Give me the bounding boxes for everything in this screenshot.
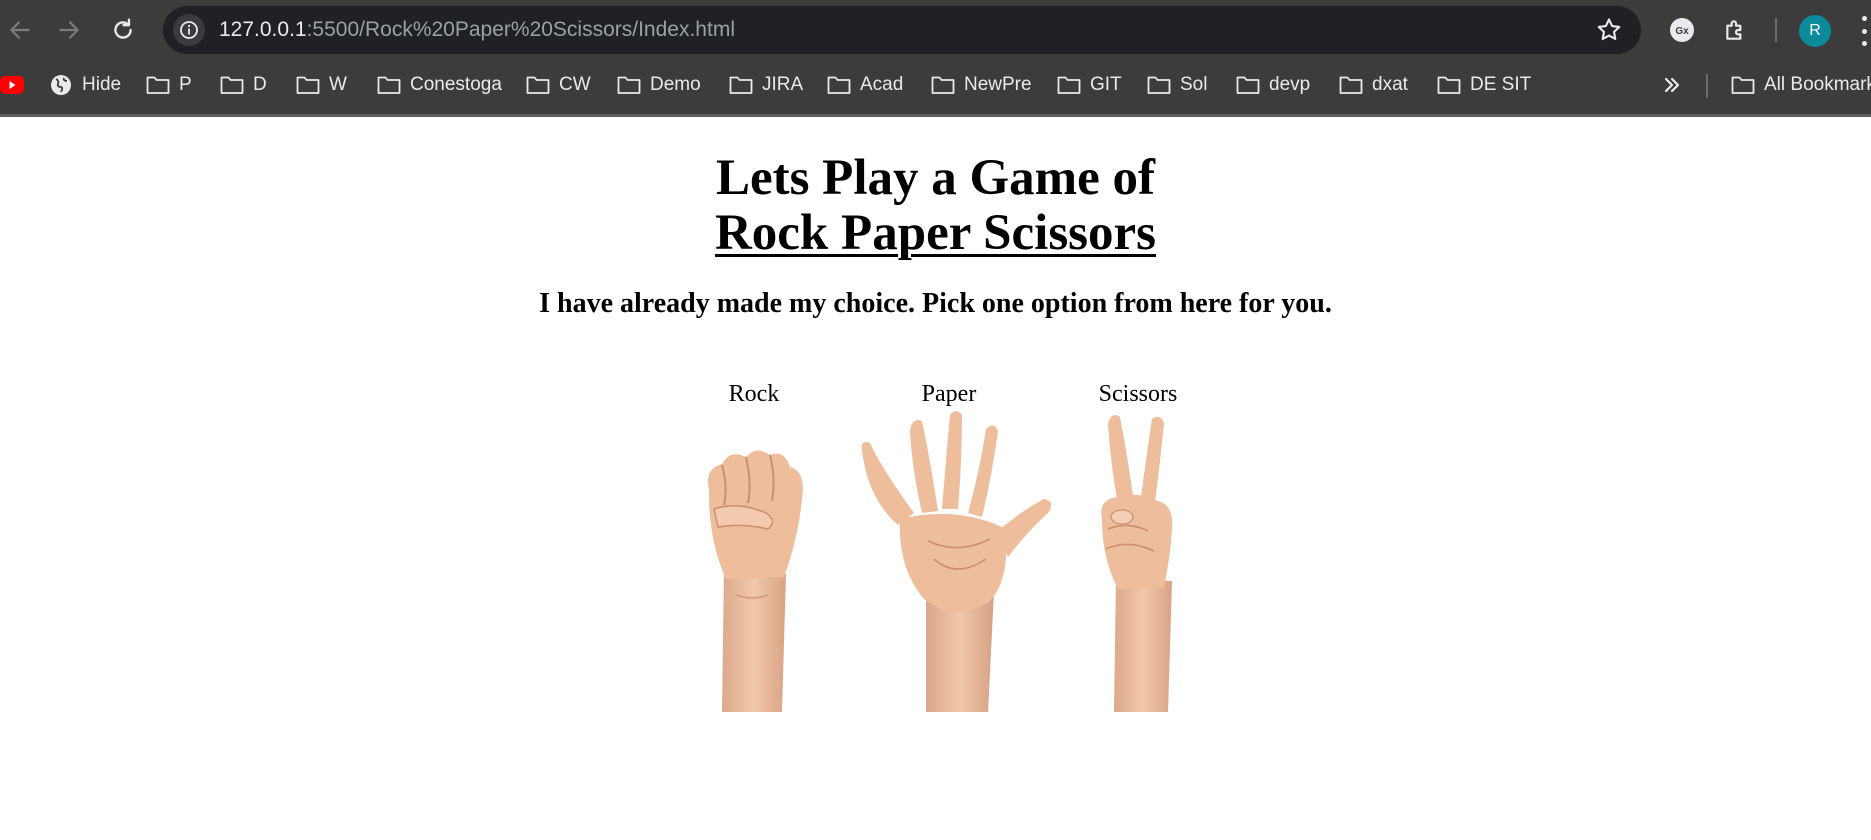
bookmark-label: Demo: [650, 74, 701, 95]
svg-text:Gx: Gx: [1675, 26, 1689, 37]
url-path: :5500/Rock%20Paper%20Scissors/Index.html: [306, 18, 735, 41]
folder-icon: [729, 76, 753, 94]
bookmark-label: All Bookmarks: [1764, 74, 1871, 95]
bookmark-folder-conestoga[interactable]: Conestoga: [377, 68, 502, 102]
folder-icon: [1236, 76, 1260, 94]
bookmark-label: Sol: [1180, 74, 1208, 95]
site-info-icon[interactable]: [173, 14, 205, 46]
peace-sign-hand-icon[interactable]: [1088, 409, 1188, 712]
bookmark-folder-git[interactable]: GIT: [1057, 68, 1122, 102]
folder-icon: [220, 76, 244, 94]
bookmark-label: dxat: [1372, 74, 1408, 95]
folder-icon: [526, 76, 550, 94]
bookmarks-divider: [1706, 74, 1708, 98]
bookmark-hide[interactable]: Hide: [49, 68, 121, 102]
bookmark-folder-cw[interactable]: CW: [526, 68, 591, 102]
bookmark-label: D: [253, 74, 267, 95]
page-title-line-1: Lets Play a Game of: [715, 150, 1156, 206]
address-bar[interactable]: 127.0.0.1:5500/Rock%20Paper%20Scissors/I…: [163, 6, 1641, 54]
folder-icon: [1437, 76, 1461, 94]
bookmarks-bar: Hide P D W Conestoga CW Demo JIRA Acad N…: [0, 68, 1871, 102]
folder-icon: [931, 76, 955, 94]
page-title-line-2: Rock Paper Scissors: [714, 205, 1157, 261]
google-lens-icon[interactable]: Gx: [1664, 12, 1700, 48]
folder-icon: [1731, 76, 1755, 94]
bookmark-label: DE SIT: [1470, 74, 1532, 95]
folder-icon: [1057, 76, 1081, 94]
bookmark-label: NewPre: [964, 74, 1032, 95]
bookmark-label: P: [179, 74, 192, 95]
bookmark-label: devp: [1269, 74, 1311, 95]
bookmark-label: Acad: [860, 74, 904, 95]
more-bookmarks-button[interactable]: [1661, 68, 1683, 102]
page-content: Lets Play a Game of Rock Paper Scissors …: [0, 117, 1871, 840]
reload-button[interactable]: [103, 10, 143, 50]
arrow-right-icon: [59, 21, 79, 39]
folder-icon: [296, 76, 320, 94]
bookmark-star-icon[interactable]: [1595, 16, 1623, 44]
bookmark-folder-jira[interactable]: JIRA: [729, 68, 803, 102]
choice-label-paper: Paper: [921, 381, 977, 407]
choice-rock[interactable]: Rock: [694, 379, 814, 712]
bookmark-folder-sol[interactable]: Sol: [1147, 68, 1207, 102]
browser-chrome: 127.0.0.1:5500/Rock%20Paper%20Scissors/I…: [0, 0, 1871, 117]
open-hand-icon[interactable]: [838, 409, 1060, 712]
youtube-icon: [0, 76, 24, 94]
bookmark-label: W: [329, 74, 347, 95]
bookmark-label: Hide: [82, 74, 122, 95]
choice-label-scissors: Scissors: [1098, 381, 1178, 407]
folder-icon: [827, 76, 851, 94]
browser-toolbar: 127.0.0.1:5500/Rock%20Paper%20Scissors/I…: [0, 0, 1871, 60]
choice-label-rock: Rock: [728, 381, 780, 407]
chevron-double-right-icon: [1664, 77, 1680, 93]
bookmark-folder-dxat[interactable]: dxat: [1339, 68, 1408, 102]
page-subtitle: I have already made my choice. Pick one …: [539, 288, 1332, 319]
bookmark-folder-de-sit[interactable]: DE SIT: [1437, 68, 1531, 102]
url-text[interactable]: 127.0.0.1:5500/Rock%20Paper%20Scissors/I…: [219, 6, 735, 54]
arrow-left-icon: [10, 21, 30, 39]
bookmark-label: GIT: [1090, 74, 1122, 95]
folder-icon: [146, 76, 170, 94]
folder-icon: [1339, 76, 1363, 94]
globe-icon: [51, 75, 71, 95]
bookmark-folder-newpre[interactable]: NewPre: [931, 68, 1032, 102]
fist-hand-icon[interactable]: [694, 409, 814, 712]
reload-icon: [114, 18, 132, 39]
choice-scissors[interactable]: Scissors: [1088, 379, 1188, 712]
bookmark-folder-d[interactable]: D: [220, 68, 267, 102]
url-host: 127.0.0.1: [219, 18, 307, 41]
bookmark-folder-p[interactable]: P: [146, 68, 192, 102]
bookmark-label: CW: [559, 74, 591, 95]
bookmark-folder-acad[interactable]: Acad: [827, 68, 903, 102]
bookmark-folder-w[interactable]: W: [296, 68, 347, 102]
folder-icon: [377, 76, 401, 94]
extensions-icon[interactable]: [1718, 12, 1754, 48]
folder-icon: [617, 76, 641, 94]
youtube-bookmark[interactable]: [0, 68, 24, 102]
all-bookmarks-button[interactable]: All Bookmarks: [1731, 68, 1871, 102]
bookmark-folder-demo[interactable]: Demo: [617, 68, 701, 102]
back-button[interactable]: [0, 10, 40, 50]
browser-menu-icon[interactable]: [1857, 16, 1871, 46]
profile-avatar[interactable]: R: [1799, 15, 1831, 47]
toolbar-divider: [1775, 18, 1777, 42]
bookmark-label: Conestoga: [410, 74, 502, 95]
forward-button[interactable]: [49, 10, 89, 50]
bookmark-folder-devp[interactable]: devp: [1236, 68, 1310, 102]
bookmark-label: JIRA: [762, 74, 804, 95]
choice-paper[interactable]: Paper: [838, 379, 1060, 712]
folder-icon: [1147, 76, 1171, 94]
